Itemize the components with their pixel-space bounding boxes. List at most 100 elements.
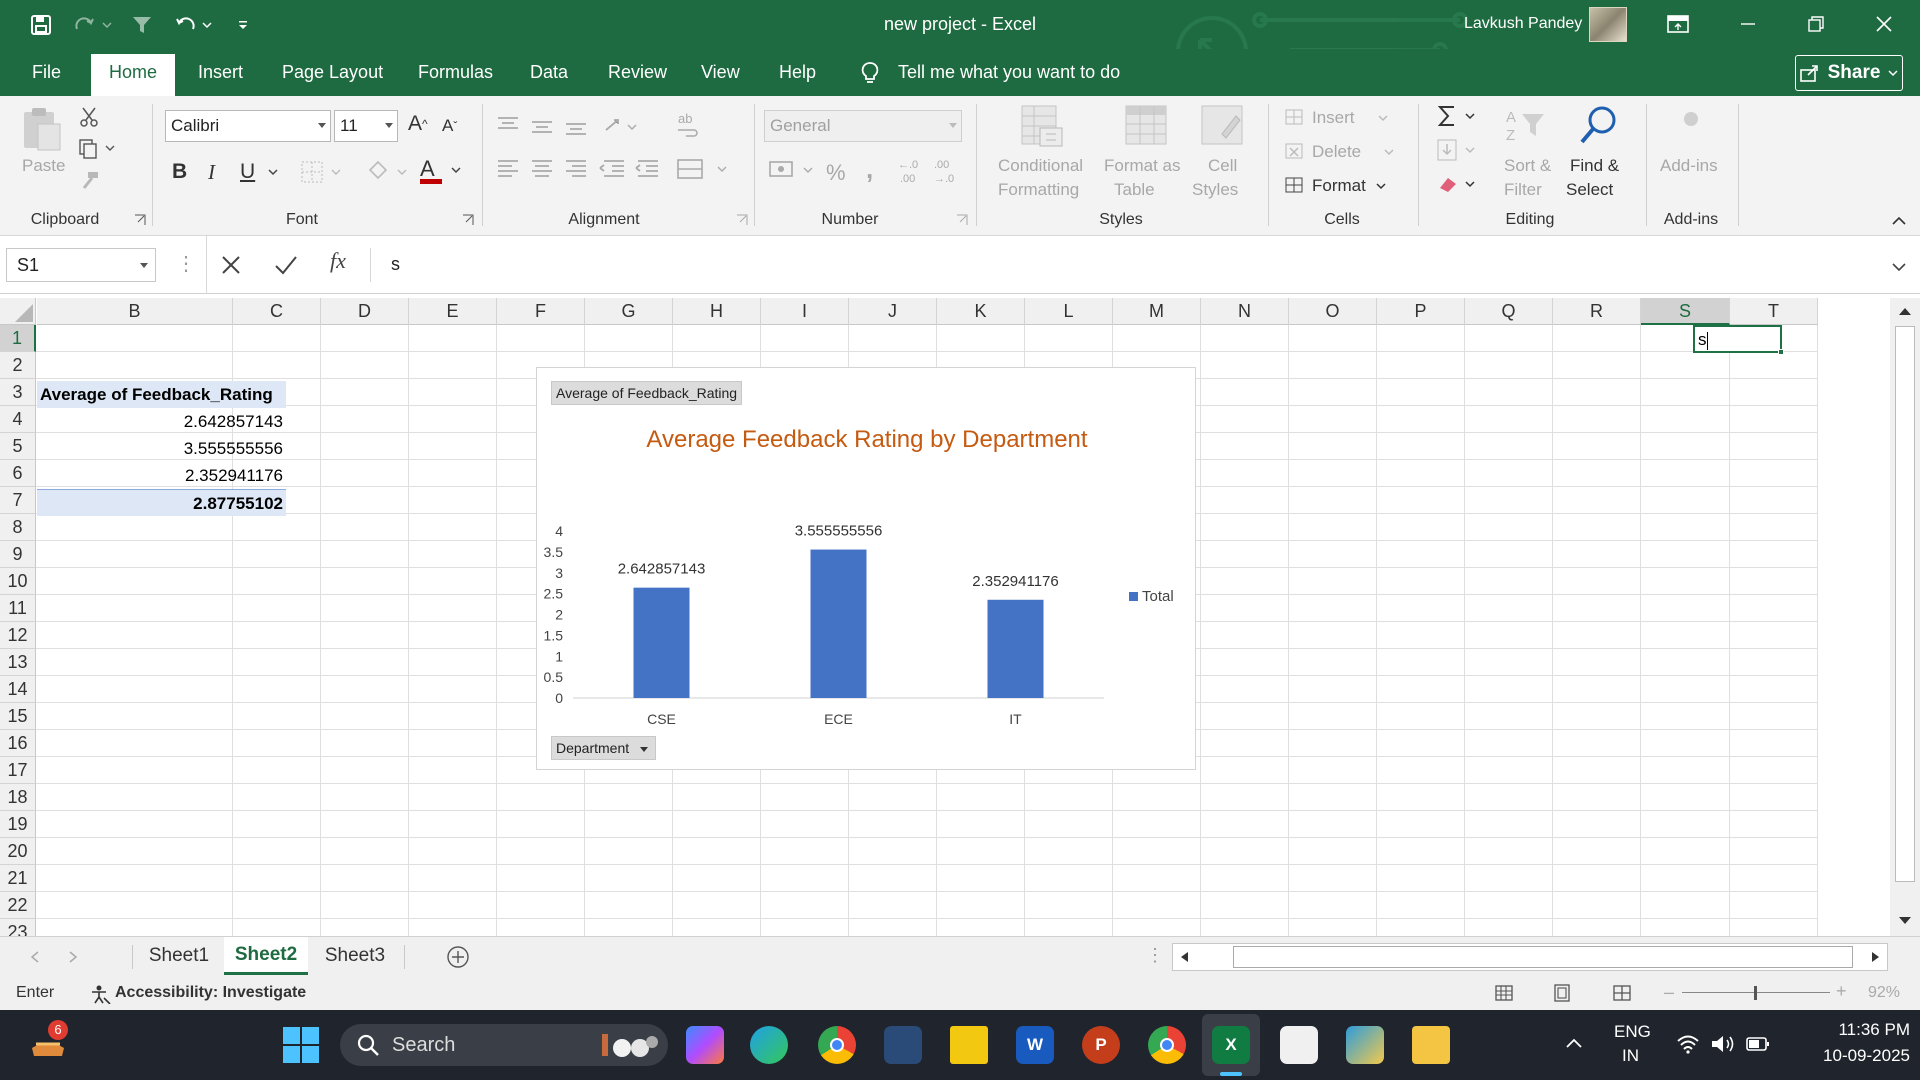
- row-header-19[interactable]: 19: [0, 811, 36, 838]
- sort-filter-label-1[interactable]: Sort &: [1504, 156, 1551, 176]
- row-header-17[interactable]: 17: [0, 757, 36, 784]
- conditional-formatting-label-2[interactable]: Formatting: [998, 180, 1079, 200]
- row-header-21[interactable]: 21: [0, 865, 36, 892]
- page-break-view-icon[interactable]: [1612, 983, 1632, 1003]
- number-format-select[interactable]: General: [764, 110, 962, 142]
- start-icon[interactable]: [282, 1026, 320, 1064]
- tab-formulas[interactable]: Formulas: [418, 62, 493, 83]
- battery-icon[interactable]: [1746, 1036, 1770, 1052]
- pivot-chart[interactable]: Average of Feedback_Rating Average Feedb…: [536, 367, 1196, 770]
- next-sheet-icon[interactable]: [68, 951, 78, 963]
- dialog-launcher-icon[interactable]: [134, 214, 146, 226]
- font-size-select[interactable]: 11: [334, 110, 398, 142]
- formula-input[interactable]: s: [370, 248, 1894, 282]
- accessibility-icon[interactable]: [90, 984, 112, 1004]
- axis-field-button[interactable]: Department: [551, 736, 657, 760]
- row-header-11[interactable]: 11: [0, 595, 36, 622]
- font-color-icon[interactable]: A: [418, 156, 466, 186]
- scroll-up-icon[interactable]: [1898, 306, 1912, 316]
- tab-file[interactable]: File: [32, 62, 61, 83]
- column-header-m[interactable]: M: [1113, 298, 1201, 325]
- addins-button[interactable]: Add-ins: [1660, 156, 1718, 176]
- column-header-r[interactable]: R: [1553, 298, 1641, 325]
- taskbar-search[interactable]: Search: [340, 1024, 668, 1066]
- language-indicator[interactable]: ENG: [1614, 1022, 1651, 1042]
- align-left-icon[interactable]: [496, 158, 664, 180]
- column-header-d[interactable]: D: [321, 298, 409, 325]
- clock-time[interactable]: 11:36 PM: [1800, 1020, 1910, 1040]
- pivot-grand-total-cell[interactable]: 2.87755102: [37, 489, 286, 516]
- dialog-launcher-icon[interactable]: [956, 214, 968, 226]
- find-select-label-1[interactable]: Find &: [1570, 156, 1619, 176]
- column-header-h[interactable]: H: [673, 298, 761, 325]
- chevron-down-icon[interactable]: [1378, 114, 1388, 122]
- tell-me-search[interactable]: Tell me what you want to do: [898, 62, 1120, 83]
- pivot-value-cell[interactable]: 2.352941176: [37, 462, 286, 489]
- row-header-6[interactable]: 6: [0, 460, 36, 487]
- tab-review[interactable]: Review: [608, 62, 667, 83]
- autosum-icon[interactable]: [1436, 104, 1482, 130]
- row-header-22[interactable]: 22: [0, 892, 36, 919]
- column-header-t[interactable]: T: [1730, 298, 1818, 325]
- accounting-format-icon[interactable]: [768, 158, 818, 182]
- pivot-value-cell[interactable]: 3.555555556: [37, 435, 286, 462]
- sort-filter-label-2[interactable]: Filter: [1504, 180, 1542, 200]
- vertical-scroll-thumb[interactable]: [1895, 326, 1915, 882]
- row-header-15[interactable]: 15: [0, 703, 36, 730]
- row-header-10[interactable]: 10: [0, 568, 36, 595]
- underline-button[interactable]: U: [240, 160, 255, 184]
- scroll-left-icon[interactable]: [1179, 951, 1189, 963]
- format-cells-icon[interactable]: [1284, 174, 1306, 196]
- chevron-up-icon[interactable]: [1566, 1038, 1582, 1048]
- cut-icon[interactable]: [78, 106, 100, 128]
- column-header-l[interactable]: L: [1025, 298, 1113, 325]
- vertical-scrollbar[interactable]: [1890, 298, 1920, 936]
- column-header-c[interactable]: C: [233, 298, 321, 325]
- close-icon[interactable]: [1864, 10, 1904, 38]
- row-header-5[interactable]: 5: [0, 433, 36, 460]
- zoom-out-button[interactable]: –: [1664, 983, 1674, 1001]
- font-name-select[interactable]: Calibri: [165, 110, 331, 142]
- chevron-down-icon[interactable]: [1376, 182, 1386, 190]
- row-header-7[interactable]: 7: [0, 487, 36, 514]
- find-select-label-2[interactable]: Select: [1566, 180, 1613, 200]
- column-header-g[interactable]: G: [585, 298, 673, 325]
- accessibility-status[interactable]: Accessibility: Investigate: [115, 984, 306, 1002]
- scroll-right-icon[interactable]: [1871, 951, 1881, 963]
- row-header-1[interactable]: 1: [0, 325, 36, 352]
- file-explorer-icon[interactable]: [1412, 1026, 1450, 1064]
- edge-icon[interactable]: [750, 1026, 788, 1064]
- row-header-14[interactable]: 14: [0, 676, 36, 703]
- column-header-b[interactable]: B: [37, 298, 233, 325]
- row-header-9[interactable]: 9: [0, 541, 36, 568]
- horizontal-scroll-thumb[interactable]: [1233, 946, 1853, 968]
- merge-center-icon[interactable]: [676, 158, 734, 180]
- row-header-8[interactable]: 8: [0, 514, 36, 541]
- zoom-in-button[interactable]: +: [1836, 982, 1847, 1000]
- pivot-value-cell[interactable]: 2.642857143: [37, 408, 286, 435]
- format-painter-icon[interactable]: [78, 170, 100, 192]
- fill-handle[interactable]: [1778, 349, 1784, 355]
- paint-icon[interactable]: [1346, 1026, 1384, 1064]
- tab-page-layout[interactable]: Page Layout: [282, 62, 383, 83]
- share-button[interactable]: Share: [1795, 55, 1903, 91]
- minimize-icon[interactable]: [1728, 10, 1768, 38]
- excel-icon[interactable]: X: [1212, 1026, 1250, 1064]
- decrease-font-icon[interactable]: Aˇ: [442, 116, 457, 136]
- cancel-entry-icon[interactable]: [220, 254, 242, 276]
- row-header-3[interactable]: 3: [0, 379, 36, 406]
- tab-home[interactable]: Home: [91, 54, 176, 96]
- chrome-profile-icon[interactable]: [1148, 1026, 1186, 1064]
- column-header-f[interactable]: F: [497, 298, 585, 325]
- avatar[interactable]: [1589, 7, 1627, 42]
- format-cells-button[interactable]: Format: [1312, 176, 1366, 196]
- cell-styles-label-1[interactable]: Cell: [1208, 156, 1237, 176]
- align-top-icon[interactable]: [496, 116, 646, 136]
- bold-button[interactable]: B: [172, 160, 187, 184]
- increase-font-icon[interactable]: A ^: [408, 112, 428, 136]
- sheet-tab-sheet2[interactable]: Sheet2: [224, 937, 308, 975]
- row-header-12[interactable]: 12: [0, 622, 36, 649]
- find-select-icon[interactable]: [1576, 102, 1622, 148]
- fill-icon[interactable]: [1436, 138, 1482, 162]
- copilot-icon[interactable]: [686, 1026, 724, 1064]
